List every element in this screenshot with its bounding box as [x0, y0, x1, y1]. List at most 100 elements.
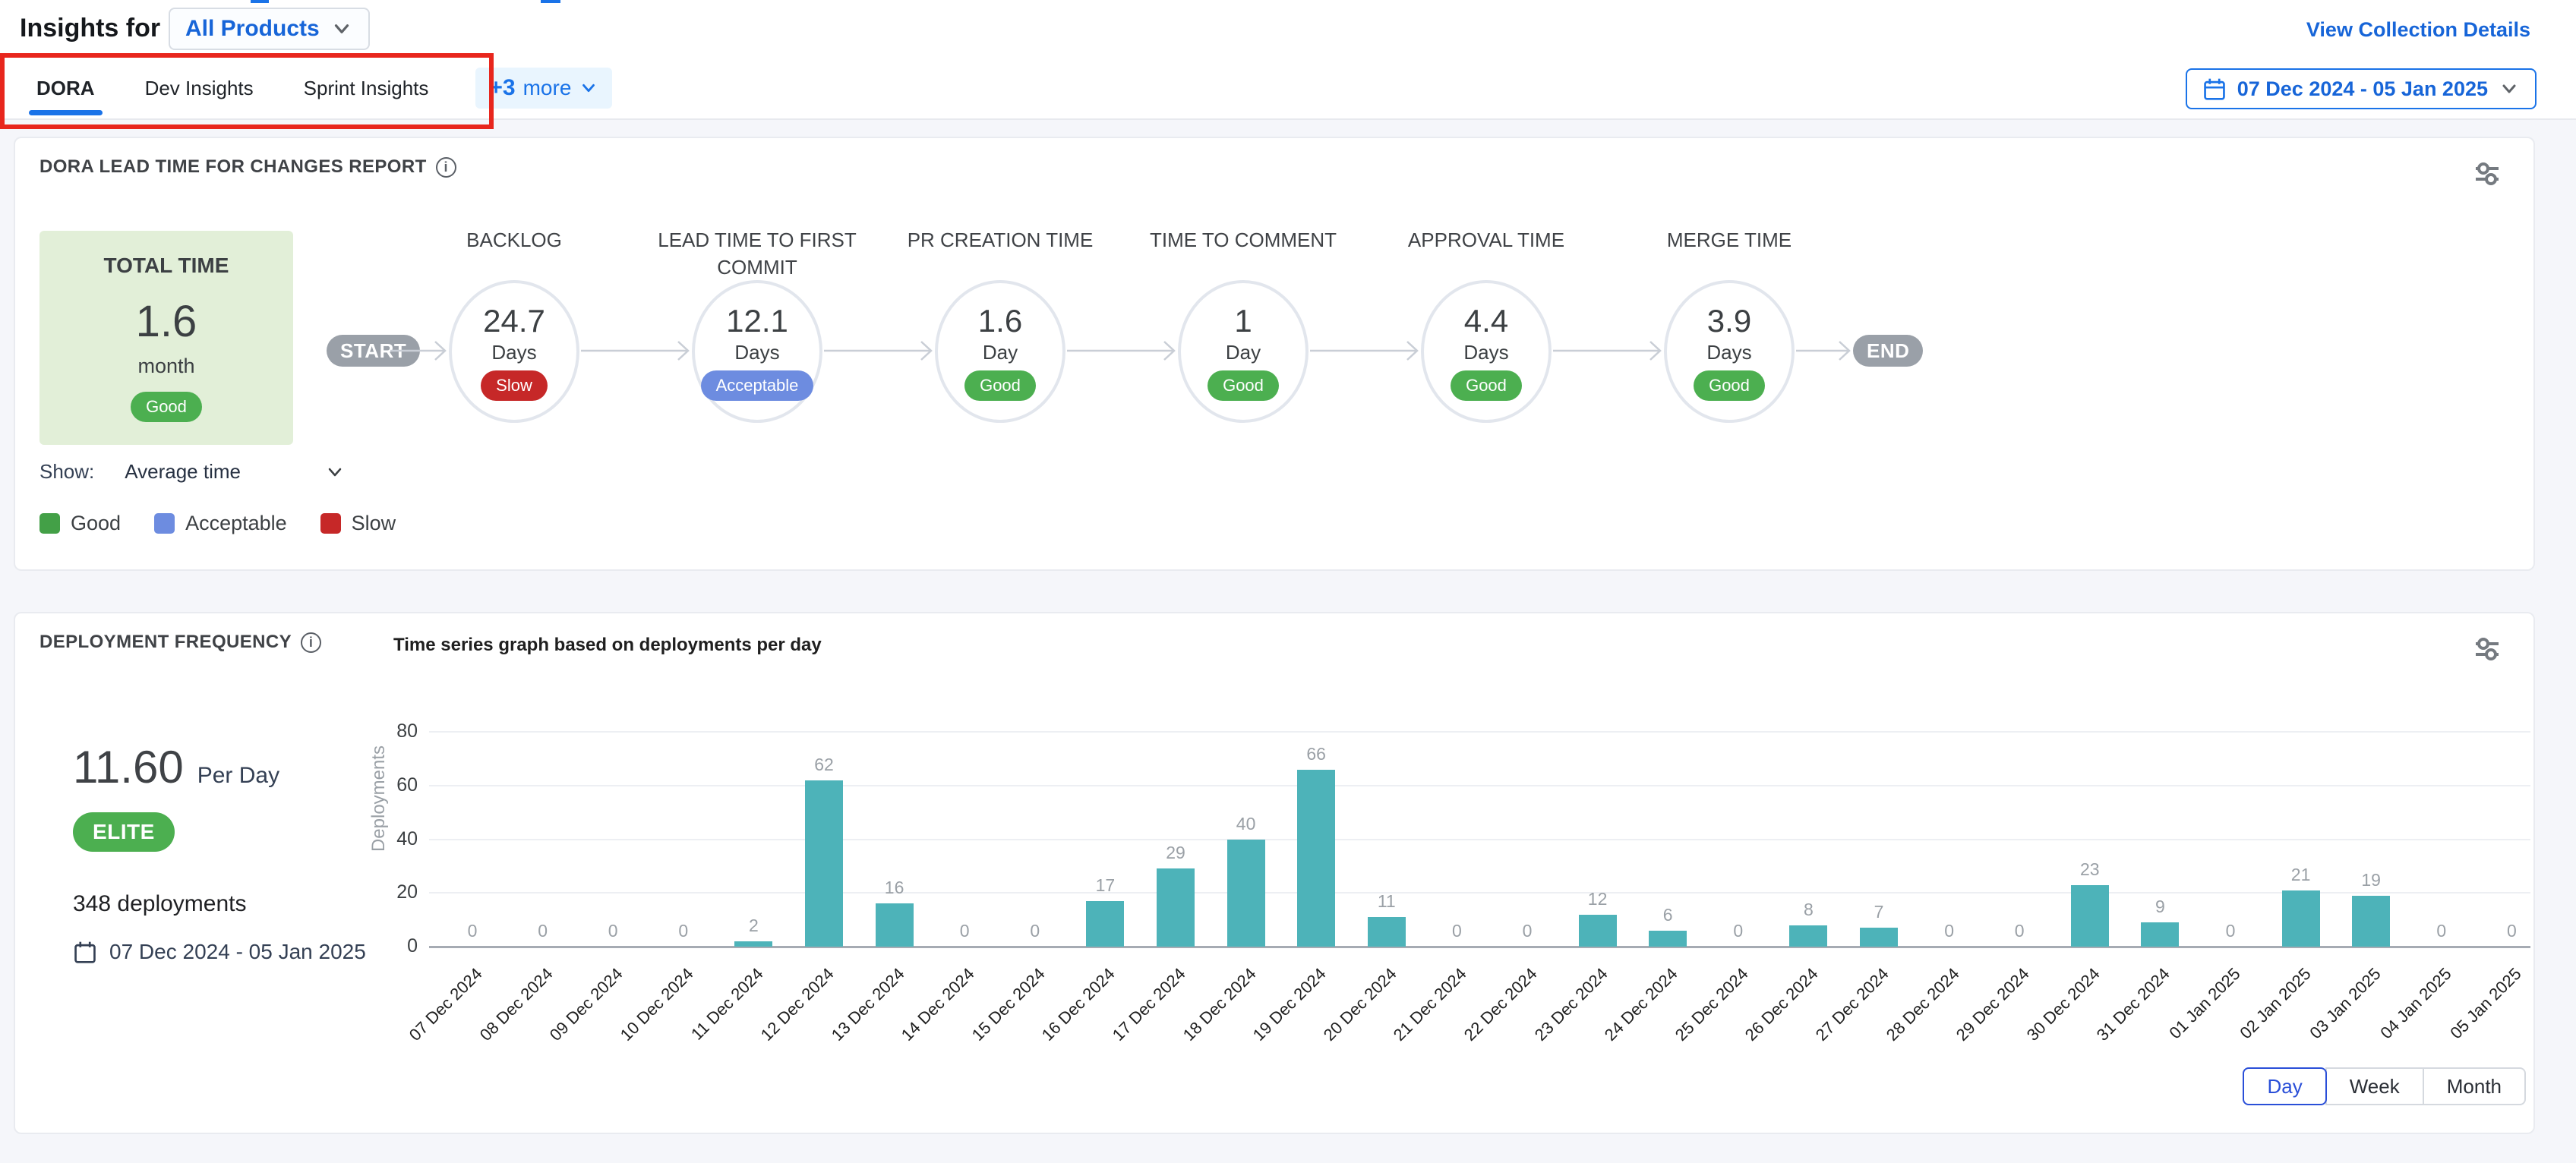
y-axis-tick: 60: [342, 774, 418, 796]
deployment-bar[interactable]: [1649, 931, 1687, 947]
show-label: Show:: [39, 460, 94, 484]
legend-item-good: Good: [39, 512, 121, 535]
stage-node[interactable]: 24.7DaysSlow: [449, 280, 579, 423]
stage-node[interactable]: 12.1DaysAcceptable: [692, 280, 822, 423]
page-title: Insights for: [20, 14, 160, 43]
deployment-bar[interactable]: [1157, 868, 1195, 947]
stage-name: BACKLOG: [377, 226, 651, 254]
stage-node[interactable]: 3.9DaysGood: [1664, 280, 1795, 423]
stage-status-badge: Slow: [481, 370, 548, 401]
dora-insights-page: Insights for All Products View Collectio…: [0, 0, 2576, 1163]
bar-value-label: 6: [1634, 905, 1702, 925]
bar-value-label: 0: [1915, 921, 1984, 941]
bar-value-label: 0: [509, 921, 577, 941]
stage-name: PR CREATION TIME: [863, 226, 1137, 254]
chevron-down-icon: [2499, 78, 2520, 99]
bar-value-label: 8: [1774, 900, 1842, 920]
top-bar: Insights for All Products View Collectio…: [0, 0, 2576, 120]
bar-value-label: 0: [649, 921, 718, 941]
deployment-frequency-card: DEPLOYMENT FREQUENCY Time series graph b…: [14, 612, 2535, 1134]
tabs-more-label: more: [523, 76, 572, 100]
stage-value: 3.9: [1707, 303, 1751, 339]
insights-tab-bar: DORA Dev Insights Sprint Insights +3 mor…: [33, 58, 612, 118]
show-value: Average time: [125, 460, 241, 484]
granularity-day-button[interactable]: Day: [2243, 1067, 2326, 1105]
legend-label: Good: [71, 512, 121, 535]
deployment-bar[interactable]: [2352, 896, 2390, 947]
deployment-bar[interactable]: [1579, 915, 1617, 947]
deployment-bar[interactable]: [1789, 925, 1827, 947]
tab-sprint-insights[interactable]: Sprint Insights: [301, 58, 432, 118]
show-metric-dropdown[interactable]: Show: Average time: [39, 460, 346, 484]
bar-value-label: 0: [930, 921, 999, 941]
chevron-down-icon: [324, 462, 346, 483]
deployment-bar[interactable]: [805, 780, 843, 947]
bar-value-label: 0: [1704, 921, 1773, 941]
deployment-bar[interactable]: [2141, 922, 2179, 947]
product-selector-value: All Products: [185, 16, 320, 42]
flow-arrow: [824, 334, 933, 367]
legend-label: Acceptable: [185, 512, 287, 535]
performance-tier-badge: ELITE: [73, 812, 175, 852]
status-legend: Good Acceptable Slow: [39, 512, 396, 535]
bar-value-label: 21: [2267, 865, 2335, 885]
info-icon[interactable]: [301, 632, 321, 653]
stage-node[interactable]: 1.6DayGood: [935, 280, 1065, 423]
deployment-bar[interactable]: [1860, 928, 1898, 947]
legend-swatch-good: [39, 513, 60, 534]
deployment-date-range-text: 07 Dec 2024 - 05 Jan 2025: [109, 940, 366, 964]
tabs-more-dropdown[interactable]: +3 more: [475, 68, 612, 109]
tab-dora[interactable]: DORA: [33, 58, 98, 118]
date-range-picker[interactable]: 07 Dec 2024 - 05 Jan 2025: [2186, 68, 2537, 109]
deployment-bar[interactable]: [734, 941, 772, 947]
legend-item-acceptable: Acceptable: [154, 512, 287, 535]
date-range-value: 07 Dec 2024 - 05 Jan 2025: [2237, 77, 2488, 101]
calendar-icon: [73, 940, 97, 964]
bar-value-label: 62: [790, 755, 858, 775]
view-collection-details-link[interactable]: View Collection Details: [2306, 18, 2530, 42]
deployment-bar[interactable]: [876, 903, 914, 947]
stage-unit: Days: [491, 341, 536, 364]
gridline: [429, 892, 2530, 894]
bar-value-label: 0: [1001, 921, 1069, 941]
chart-subtitle: Time series graph based on deployments p…: [393, 635, 822, 656]
flow-arrow: [581, 334, 690, 367]
deployment-bar[interactable]: [1368, 917, 1406, 947]
stage-node[interactable]: 1DayGood: [1178, 280, 1309, 423]
bar-value-label: 0: [1985, 921, 2054, 941]
clipped-top-element: [541, 0, 560, 3]
bar-value-label: 17: [1071, 875, 1139, 896]
bar-value-label: 40: [1212, 814, 1280, 834]
stage-name: LEAD TIME TO FIRST COMMIT: [620, 226, 894, 282]
gridline: [429, 839, 2530, 840]
deployment-bar[interactable]: [1086, 901, 1124, 947]
legend-swatch-acceptable: [154, 513, 175, 534]
deployment-rate: 11.60 Per Day: [73, 741, 279, 793]
deployment-bar[interactable]: [2282, 890, 2320, 947]
y-axis-tick: 40: [342, 828, 418, 850]
granularity-week-button[interactable]: Week: [2325, 1067, 2424, 1105]
bar-value-label: 12: [1564, 889, 1632, 909]
chevron-down-icon: [579, 78, 598, 98]
stage-unit: Day: [1226, 341, 1261, 364]
tab-dev-insights[interactable]: Dev Insights: [142, 58, 257, 118]
stage-unit: Day: [983, 341, 1018, 364]
bar-value-label: 0: [2196, 921, 2265, 941]
bar-value-label: 23: [2056, 859, 2124, 880]
deployment-bar[interactable]: [1227, 840, 1265, 947]
y-axis-tick: 80: [342, 720, 418, 742]
granularity-month-button[interactable]: Month: [2423, 1067, 2526, 1105]
deployment-rate-unit: Per Day: [197, 763, 279, 789]
deployment-bar[interactable]: [1297, 770, 1335, 947]
deployment-bar[interactable]: [2071, 885, 2109, 947]
stage-node[interactable]: 4.4DaysGood: [1421, 280, 1552, 423]
sliders-icon[interactable]: [2471, 633, 2503, 665]
flow-arrow: [1067, 334, 1176, 367]
calendar-icon: [2202, 77, 2227, 101]
bar-value-label: 0: [438, 921, 507, 941]
gridline: [429, 785, 2530, 786]
flow-arrow: [1310, 334, 1419, 367]
bar-value-label: 2: [719, 916, 788, 936]
lead-time-flow-diagram: START END BACKLOG24.7DaysSlowLEAD TIME T…: [15, 138, 2533, 569]
product-selector-dropdown[interactable]: All Products: [169, 8, 370, 50]
